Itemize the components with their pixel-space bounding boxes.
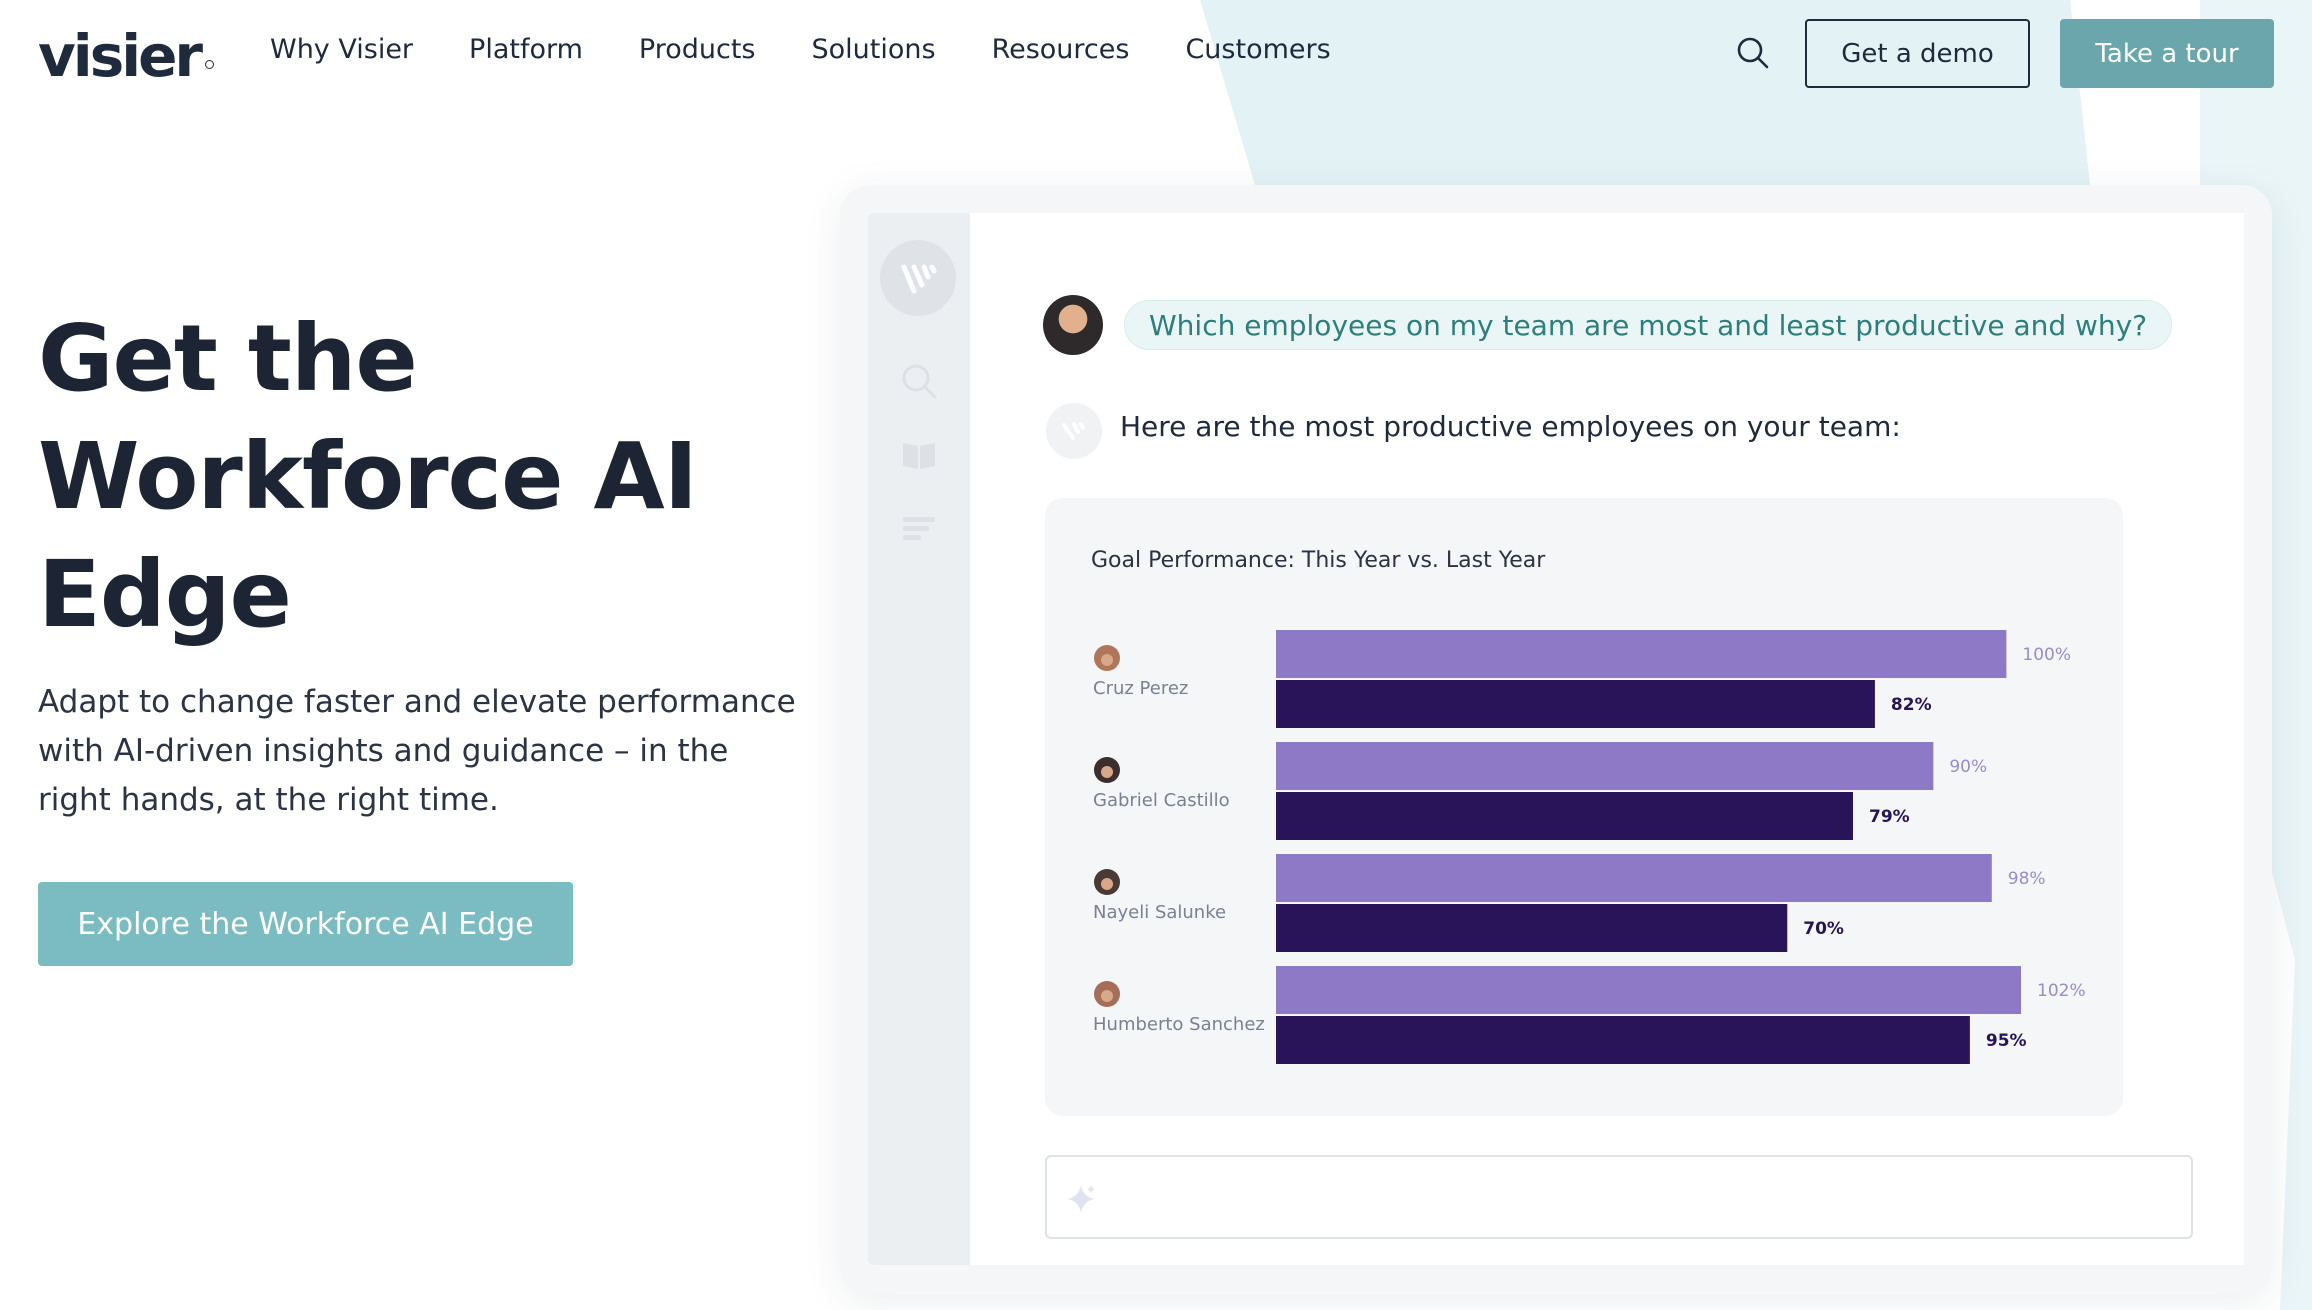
category-label: Nayeli Salunke xyxy=(1093,902,1226,923)
book-icon[interactable] xyxy=(899,435,939,475)
employee-avatar-face xyxy=(1101,990,1113,1002)
registered-mark xyxy=(205,60,214,69)
nav-link-products[interactable]: Products xyxy=(639,34,756,65)
employee-avatar-face xyxy=(1101,878,1113,890)
hero-subtitle-line: right hands, at the right time. xyxy=(38,782,499,818)
search-icon[interactable] xyxy=(899,361,939,401)
user-question-bubble: Which employees on my team are most and … xyxy=(1124,300,2173,350)
bar-this-year xyxy=(1276,742,1934,790)
bar-last-year xyxy=(1276,680,1875,728)
nav-link-solutions[interactable]: Solutions xyxy=(812,34,936,65)
bar-value-label: 82% xyxy=(1891,695,1932,715)
hero-subtitle-line: with AI-driven insights and guidance – i… xyxy=(38,733,729,769)
employee-avatar-face xyxy=(1101,766,1113,778)
category-label: Cruz Perez xyxy=(1093,678,1188,699)
top-navigation: visier Why Visier Platform Products Solu… xyxy=(0,0,2312,110)
nav-link-resources[interactable]: Resources xyxy=(992,34,1130,65)
list-icon[interactable] xyxy=(899,509,939,549)
hero-subtitle-line: Adapt to change faster and elevate perfo… xyxy=(38,684,796,720)
employee-avatar-face xyxy=(1101,654,1113,666)
app-sidebar xyxy=(868,213,970,1265)
bar-value-label: 98% xyxy=(2008,869,2046,889)
visier-logo[interactable]: visier xyxy=(38,22,203,90)
hero-title: Get the Workforce AI Edge xyxy=(38,300,798,654)
assistant-avatar-icon xyxy=(1046,403,1102,459)
bar-value-label: 100% xyxy=(2022,645,2071,665)
nav-links: Why Visier Platform Products Solutions R… xyxy=(270,34,1387,65)
bar-value-label: 70% xyxy=(1803,919,1844,939)
app-chat-panel: Which employees on my team are most and … xyxy=(970,213,2244,1265)
bar-this-year xyxy=(1276,966,2021,1014)
bar-value-label: 90% xyxy=(1949,757,1987,777)
user-avatar xyxy=(1043,295,1103,355)
hero-title-line: Workforce AI xyxy=(38,423,698,530)
nav-link-customers[interactable]: Customers xyxy=(1185,34,1330,65)
bar-value-label: 102% xyxy=(2037,981,2086,1001)
hero-title-line: Edge xyxy=(38,541,292,648)
goal-performance-chart: Goal Performance: This Year vs. Last Yea… xyxy=(1045,498,2123,1116)
assistant-answer: Here are the most productive employees o… xyxy=(1120,410,1901,443)
chat-input[interactable] xyxy=(1045,1155,2193,1239)
search-icon[interactable] xyxy=(1736,36,1770,70)
app-preview-card: Which employees on my team are most and … xyxy=(840,185,2272,1295)
app-logo-icon xyxy=(880,240,956,316)
bar-this-year xyxy=(1276,630,2007,678)
hero-subtitle: Adapt to change faster and elevate perfo… xyxy=(38,678,808,825)
bar-last-year xyxy=(1276,792,1854,840)
get-a-demo-button[interactable]: Get a demo xyxy=(1805,19,2030,88)
bar-value-label: 79% xyxy=(1869,807,1910,827)
explore-workforce-ai-button[interactable]: Explore the Workforce AI Edge xyxy=(38,882,573,966)
bar-last-year xyxy=(1276,1016,1970,1064)
hero-title-line: Get the xyxy=(38,305,418,412)
take-a-tour-button[interactable]: Take a tour xyxy=(2060,19,2274,88)
bar-last-year xyxy=(1276,904,1788,952)
sparkle-icon xyxy=(1067,1185,1095,1213)
nav-link-why-visier[interactable]: Why Visier xyxy=(270,34,413,65)
nav-link-platform[interactable]: Platform xyxy=(469,34,583,65)
category-label: Humberto Sanchez xyxy=(1093,1014,1265,1035)
bar-value-label: 95% xyxy=(1986,1031,2027,1051)
bar-this-year xyxy=(1276,854,1992,902)
category-label: Gabriel Castillo xyxy=(1093,790,1230,811)
bar-chart: Cruz Perez 100% 82% Gabriel Castillo 90% 79% N… xyxy=(1093,630,2086,1064)
